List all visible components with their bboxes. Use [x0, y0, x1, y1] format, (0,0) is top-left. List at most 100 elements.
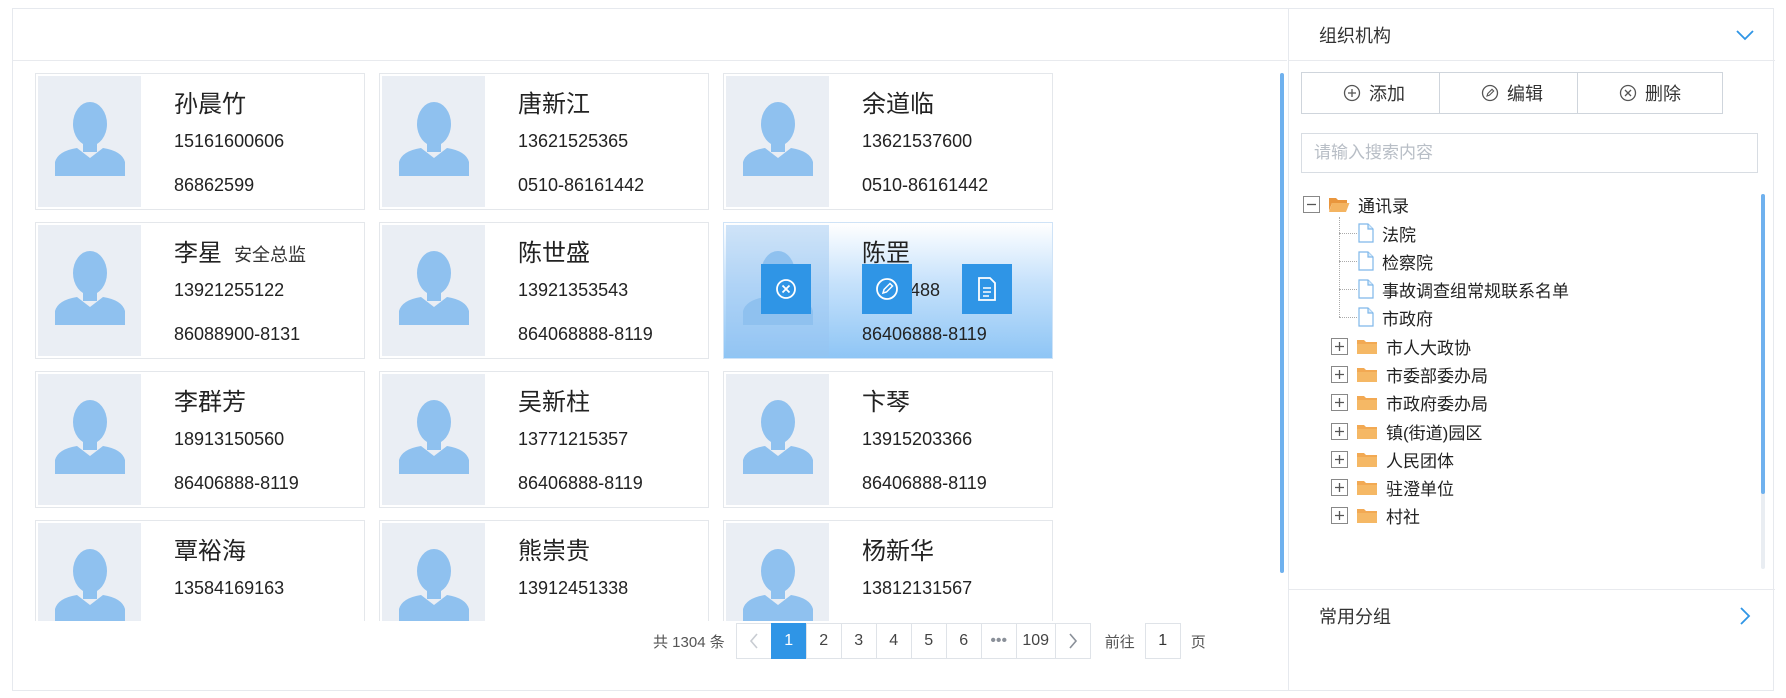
avatar	[38, 76, 141, 207]
org-structure-title: 组织机构	[1319, 25, 1391, 46]
contact-card[interactable]: 卞琴 13915203366 86406888-8119	[723, 371, 1053, 508]
avatar	[726, 523, 829, 621]
page-button[interactable]: 3	[840, 623, 877, 659]
tree-node-label: 驻澄单位	[1386, 479, 1454, 499]
tree-node-document[interactable]: 市政府	[1358, 302, 1433, 332]
contact-card[interactable]: 杨新华 13812131567	[723, 520, 1053, 621]
card-action-overlay	[724, 223, 1052, 358]
page-ellipsis[interactable]: •••	[980, 623, 1017, 659]
contact-title: 安全总监	[234, 245, 306, 265]
page-button[interactable]: 109	[1015, 623, 1056, 659]
avatar	[382, 523, 485, 621]
contact-card[interactable]: 唐新江 13621525365 0510-86161442	[379, 73, 709, 210]
tree-node-folder[interactable]: 镇(街道)园区	[1331, 416, 1482, 446]
folder-icon	[1357, 480, 1377, 495]
tree-node-document[interactable]: 事故调查组常规联系名单	[1358, 274, 1569, 304]
chevron-left-icon	[749, 633, 758, 649]
avatar	[726, 76, 829, 207]
edit-button-label: 编辑	[1507, 84, 1543, 104]
tree-connector	[1339, 233, 1357, 234]
contact-name: 覃裕海	[174, 538, 246, 565]
tree-node-document[interactable]: 检察院	[1358, 246, 1433, 276]
tree-connector	[1339, 217, 1340, 317]
add-button[interactable]: 添加	[1301, 72, 1447, 114]
document-icon	[978, 277, 996, 301]
edit-contact-button[interactable]	[862, 264, 912, 314]
search-input[interactable]	[1301, 133, 1758, 173]
contact-tel: 86406888-8119	[174, 473, 299, 493]
tree-node-folder-partial[interactable]: 村社	[1331, 500, 1420, 530]
next-page-button[interactable]	[1054, 623, 1091, 659]
contact-card[interactable]: 陈世盛 13921353543 864068888-8119	[379, 222, 709, 359]
contact-tel: 86862599	[174, 175, 255, 195]
content-scrollbar[interactable]	[1280, 73, 1284, 573]
tree-connector	[1339, 317, 1357, 318]
prev-page-button[interactable]	[735, 623, 772, 659]
chevron-right-icon	[1069, 633, 1077, 649]
page-button[interactable]: 5	[910, 623, 947, 659]
expand-icon	[1331, 422, 1348, 440]
contact-mobile: 13771215357	[518, 429, 629, 449]
main-header	[13, 9, 1287, 61]
contact-mobile: 13621537600	[862, 131, 973, 151]
contact-mobile: 13921255122	[174, 280, 285, 300]
contact-detail-button[interactable]	[962, 264, 1012, 314]
edit-button[interactable]: 编辑	[1439, 72, 1585, 114]
contact-card-hovered[interactable]: 陈罡 …248488 86406888-8119	[723, 222, 1053, 359]
tree-node-folder[interactable]: 人民团体	[1331, 444, 1454, 474]
expand-icon	[1331, 393, 1348, 411]
tree-node-document[interactable]: 法院	[1358, 218, 1416, 248]
document-icon	[1358, 307, 1374, 327]
contact-card[interactable]: 李群芳 18913150560 86406888-8119	[35, 371, 365, 508]
contact-card[interactable]: 余道临 13621537600 0510-86161442	[723, 73, 1053, 210]
page-button[interactable]: 4	[875, 623, 912, 659]
contact-card[interactable]: 熊崇贵 13912451338	[379, 520, 709, 621]
page-button-current[interactable]: 1	[770, 623, 807, 659]
tree-node-label: 市政府委办局	[1386, 394, 1488, 414]
avatar	[382, 374, 485, 505]
contact-mobile: 13812131567	[862, 578, 973, 598]
contact-card[interactable]: 吴新柱 13771215357 86406888-8119	[379, 371, 709, 508]
expand-icon	[1331, 450, 1348, 468]
tree-node-folder[interactable]: 市政府委办局	[1331, 387, 1488, 417]
contact-name: 卞琴	[862, 389, 910, 416]
folder-icon	[1357, 367, 1377, 382]
folder-open-icon	[1329, 198, 1350, 212]
close-circle-icon	[776, 279, 796, 299]
tree-scrollbar-thumb[interactable]	[1761, 194, 1765, 494]
goto-page-input[interactable]: 1	[1144, 623, 1181, 659]
page-button[interactable]: 6	[945, 623, 982, 659]
tree-node-root[interactable]: 通讯录	[1303, 189, 1409, 219]
delete-button[interactable]: 删除	[1577, 72, 1723, 114]
folder-icon	[1357, 339, 1377, 354]
contact-mobile: 18913150560	[174, 429, 285, 449]
tree-node-label: 法院	[1382, 225, 1416, 245]
contact-card[interactable]: 覃裕海 13584169163	[35, 520, 365, 621]
contact-mobile: 15161600606	[174, 131, 285, 151]
avatar	[38, 225, 141, 356]
tree-scrollbar[interactable]	[1761, 194, 1765, 569]
page-button[interactable]: 2	[805, 623, 842, 659]
folder-icon	[1357, 395, 1377, 410]
tree-connector	[1339, 289, 1357, 290]
tree-node-label: 市人大政协	[1386, 338, 1471, 358]
contact-card[interactable]: 李星 安全总监 13921255122 86088900-8131	[35, 222, 365, 359]
tree-node-folder[interactable]: 市人大政协	[1331, 331, 1471, 361]
common-groups-header[interactable]: 常用分组	[1289, 589, 1775, 641]
tree-node-label: 通讯录	[1358, 196, 1409, 216]
tree-node-folder[interactable]: 市委部委办局	[1331, 359, 1488, 389]
tree-node-label: 事故调查组常规联系名单	[1382, 281, 1569, 301]
contact-tel: 864068888-8119	[518, 324, 653, 344]
contact-name: 孙晨竹	[174, 91, 246, 118]
contact-name: 陈世盛	[518, 240, 590, 267]
contact-card[interactable]: 孙晨竹 15161600606 86862599	[35, 73, 365, 210]
document-icon	[1358, 251, 1374, 271]
delete-contact-button[interactable]	[761, 264, 811, 314]
document-icon	[1358, 223, 1374, 243]
expand-icon	[1331, 337, 1348, 355]
contact-name: 李群芳	[174, 389, 246, 416]
tree-node-folder[interactable]: 驻澄单位	[1331, 472, 1454, 502]
contact-mobile: 13921353543	[518, 280, 629, 300]
org-structure-header[interactable]: 组织机构	[1289, 9, 1775, 61]
avatar	[726, 374, 829, 505]
